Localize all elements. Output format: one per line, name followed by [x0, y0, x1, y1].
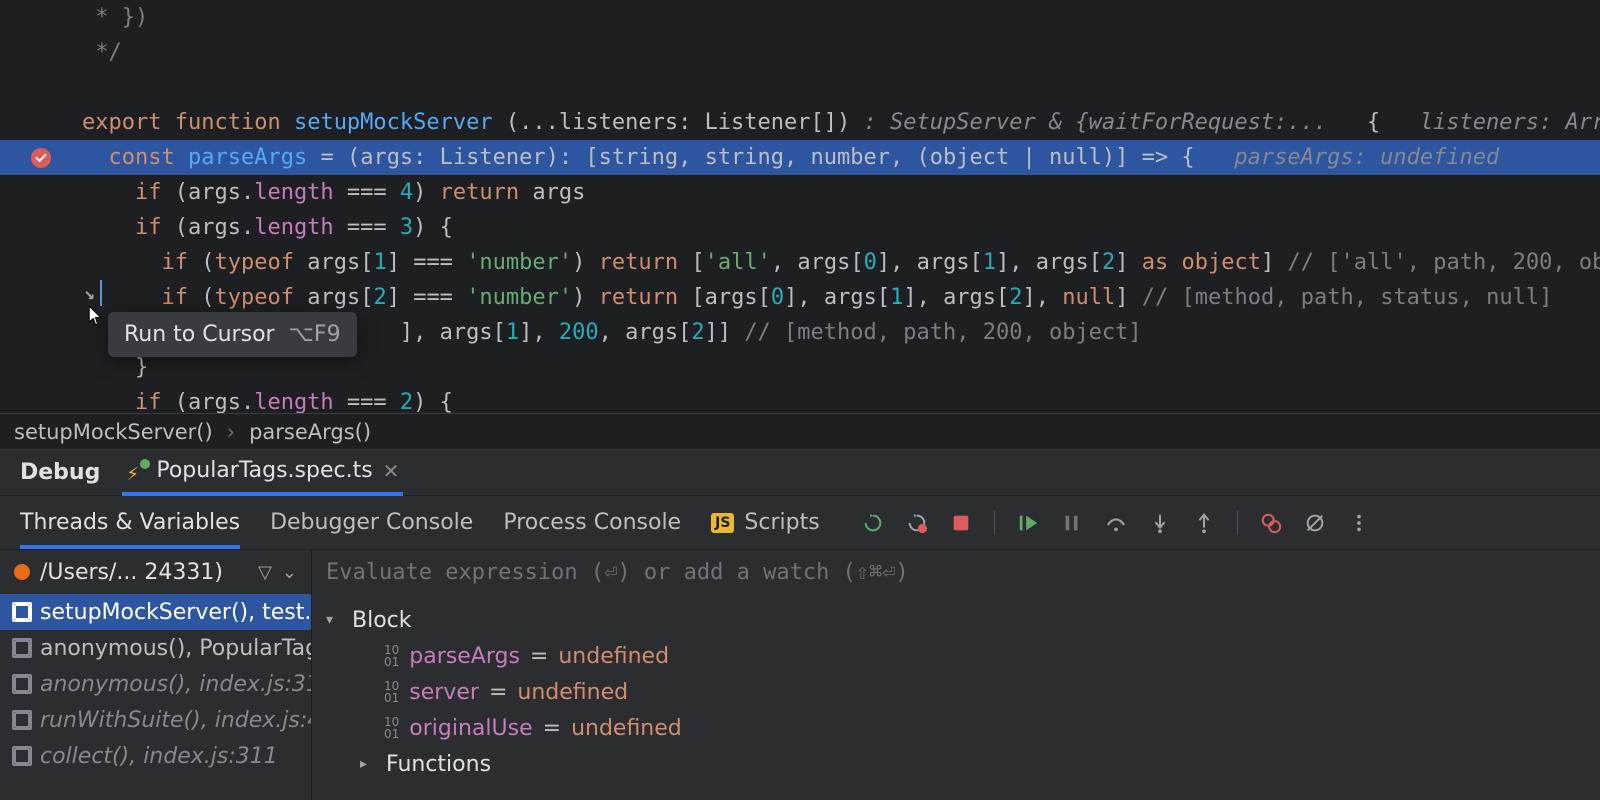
rerun-icon[interactable]	[862, 512, 884, 534]
placeholder-text: Evaluate expression (⏎) or add a watch (…	[326, 560, 909, 585]
code-line[interactable]: if (args.length === 4) return args	[0, 175, 1600, 210]
breakpoint-icon[interactable]	[31, 148, 51, 168]
debug-file-tab[interactable]: ⚡ PopularTags.spec.ts ✕	[122, 450, 403, 496]
variable-group-functions[interactable]: ▸ Functions	[312, 746, 1600, 782]
stack-frame-label: collect(), index.js:311	[40, 744, 278, 769]
stack-frame-item[interactable]: collect(), index.js:311	[0, 738, 311, 774]
stack-frame-label: anonymous(), index.js:311	[40, 672, 311, 697]
comment-text: * })	[82, 5, 148, 30]
code-line[interactable]: if (args.length === 3) {	[0, 210, 1600, 245]
code-line[interactable]: */	[0, 35, 1600, 70]
stack-frame-icon	[14, 676, 30, 692]
frames-panel[interactable]: /Users/... 24331) ▽ ⌄ setupMockServer(),…	[0, 550, 312, 800]
stack-frame-label: setupMockServer(), test.uti	[40, 600, 311, 625]
tab-debugger-console[interactable]: Debugger Console	[270, 496, 473, 549]
mute-breakpoints-icon[interactable]	[1304, 512, 1326, 534]
code-line[interactable]: if (args.length === 2) {	[0, 385, 1600, 413]
run-to-cursor-tooltip: Run to Cursor ⌥F9	[108, 312, 357, 357]
var-type-icon: 1001	[384, 716, 399, 740]
run-to-cursor-gutter-icon[interactable]: ↘	[84, 283, 95, 304]
pause-icon[interactable]	[1061, 512, 1083, 534]
view-breakpoints-icon[interactable]	[1260, 512, 1282, 534]
code-line[interactable]: * })	[0, 0, 1600, 35]
breadcrumb-item[interactable]: parseArgs()	[249, 420, 371, 444]
variable-value: undefined	[558, 644, 669, 669]
comment-text: */	[82, 40, 122, 65]
text-caret	[100, 280, 102, 306]
tab-threads-variables[interactable]: Threads & Variables	[20, 496, 240, 549]
chevron-down-icon[interactable]: ▾	[326, 612, 342, 628]
stack-frame-item[interactable]: anonymous(), index.js:311	[0, 666, 311, 702]
variable-name: parseArgs	[409, 644, 520, 669]
js-badge-icon: JS	[711, 513, 734, 533]
code-line[interactable]	[0, 70, 1600, 105]
test-bolt-icon: ⚡	[126, 461, 146, 481]
debug-body: /Users/... 24331) ▽ ⌄ setupMockServer(),…	[0, 549, 1600, 800]
variable-value: undefined	[571, 716, 682, 741]
var-type-icon: 1001	[384, 644, 399, 668]
variables-panel[interactable]: Evaluate expression (⏎) or add a watch (…	[312, 550, 1600, 800]
variable-group-block[interactable]: ▾ Block	[312, 602, 1600, 638]
variable-row[interactable]: 1001originalUse = undefined	[312, 710, 1600, 746]
stack-frame-item[interactable]: setupMockServer(), test.uti	[0, 594, 311, 630]
resume-icon[interactable]	[1017, 512, 1039, 534]
filter-icon[interactable]: ▽	[258, 562, 272, 583]
variable-row[interactable]: 1001parseArgs = undefined	[312, 638, 1600, 674]
variable-name: server	[409, 680, 479, 705]
code-line-current[interactable]: const parseArgs = (args: Listener): [str…	[0, 140, 1600, 175]
stack-frame-icon	[14, 604, 30, 620]
frames-header[interactable]: /Users/... 24331) ▽ ⌄	[0, 550, 311, 594]
variable-name: originalUse	[409, 716, 532, 741]
debug-toolbar: Threads & Variables Debugger Console Pro…	[0, 495, 1600, 549]
chevron-right-icon: ›	[227, 420, 235, 444]
stack-frame-item[interactable]: runWithSuite(), index.js:43	[0, 702, 311, 738]
tooltip-text: Run to Cursor	[124, 322, 275, 347]
breadcrumb-item[interactable]: setupMockServer()	[14, 420, 213, 444]
tab-process-console[interactable]: Process Console	[503, 496, 681, 549]
breadcrumb[interactable]: setupMockServer() › parseArgs()	[0, 413, 1600, 449]
step-over-icon[interactable]	[1105, 512, 1127, 534]
file-name: PopularTags.spec.ts	[156, 458, 372, 483]
stop-icon[interactable]	[950, 512, 972, 534]
chevron-right-icon[interactable]: ▸	[360, 756, 376, 772]
tab-scripts[interactable]: JS Scripts	[711, 496, 820, 549]
step-out-icon[interactable]	[1193, 512, 1215, 534]
process-name: /Users/... 24331)	[40, 560, 248, 585]
variable-row[interactable]: 1001server = undefined	[312, 674, 1600, 710]
evaluate-expression-input[interactable]: Evaluate expression (⏎) or add a watch (…	[312, 550, 1600, 594]
var-type-icon: 1001	[384, 680, 399, 704]
paused-dot-icon	[14, 564, 30, 580]
step-into-icon[interactable]	[1149, 512, 1171, 534]
stack-frame-icon	[14, 712, 30, 728]
code-editor[interactable]: * }) */ export function setupMockServer …	[0, 0, 1600, 413]
close-icon[interactable]: ✕	[383, 459, 400, 483]
more-icon[interactable]	[1348, 512, 1370, 534]
code-line[interactable]: export function setupMockServer (...list…	[0, 105, 1600, 140]
chevron-down-icon[interactable]: ⌄	[282, 562, 297, 583]
rerun-failed-icon[interactable]	[906, 512, 928, 534]
code-line[interactable]: if (typeof args[1] === 'number') return …	[0, 245, 1600, 280]
stack-frame-label: runWithSuite(), index.js:43	[40, 708, 311, 733]
code-line[interactable]: if (typeof args[2] === 'number') return …	[0, 280, 1600, 315]
stack-frame-label: anonymous(), PopularTags.	[40, 636, 311, 661]
keyboard-shortcut: ⌥F9	[289, 322, 341, 347]
stack-frame-item[interactable]: anonymous(), PopularTags.	[0, 630, 311, 666]
debug-session-tabs: Debug ⚡ PopularTags.spec.ts ✕	[0, 449, 1600, 495]
debug-label: Debug	[20, 460, 100, 485]
stack-frame-icon	[14, 748, 30, 764]
variable-value: undefined	[517, 680, 628, 705]
stack-frame-icon	[14, 640, 30, 656]
